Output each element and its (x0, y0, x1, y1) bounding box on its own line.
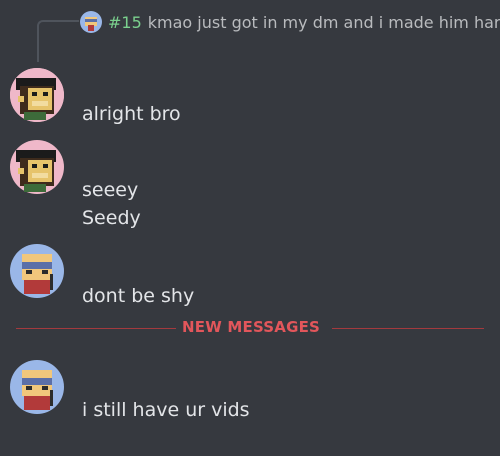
message-text: alright bro (82, 103, 181, 125)
reply-connector-line (37, 20, 79, 62)
message-text: seeey (82, 179, 139, 201)
monkey-avatar-icon[interactable] (10, 140, 64, 194)
new-messages-label: NEW MESSAGES (182, 318, 321, 336)
cat-avatar-icon[interactable] (10, 244, 64, 298)
reply-channel-mention[interactable]: #15 (108, 13, 142, 32)
cat-avatar-icon (80, 11, 102, 33)
message-text: Seedy (82, 207, 141, 229)
monkey-avatar-icon[interactable] (10, 68, 64, 122)
cat-avatar-icon[interactable] (10, 360, 64, 414)
message-text: dont be shy (82, 285, 195, 307)
divider-line-left (16, 328, 176, 329)
divider-line-right (332, 328, 484, 329)
reply-text: kmao just got in my dm and i made him ha… (147, 12, 500, 32)
new-messages-divider: NEW MESSAGES (16, 318, 484, 336)
message-text: i still have ur vids (82, 399, 250, 421)
chat-message-list: #15 kmao just got in my dm and i made hi… (0, 0, 500, 456)
reply-preview[interactable]: #15 kmao just got in my dm and i made hi… (80, 10, 500, 34)
